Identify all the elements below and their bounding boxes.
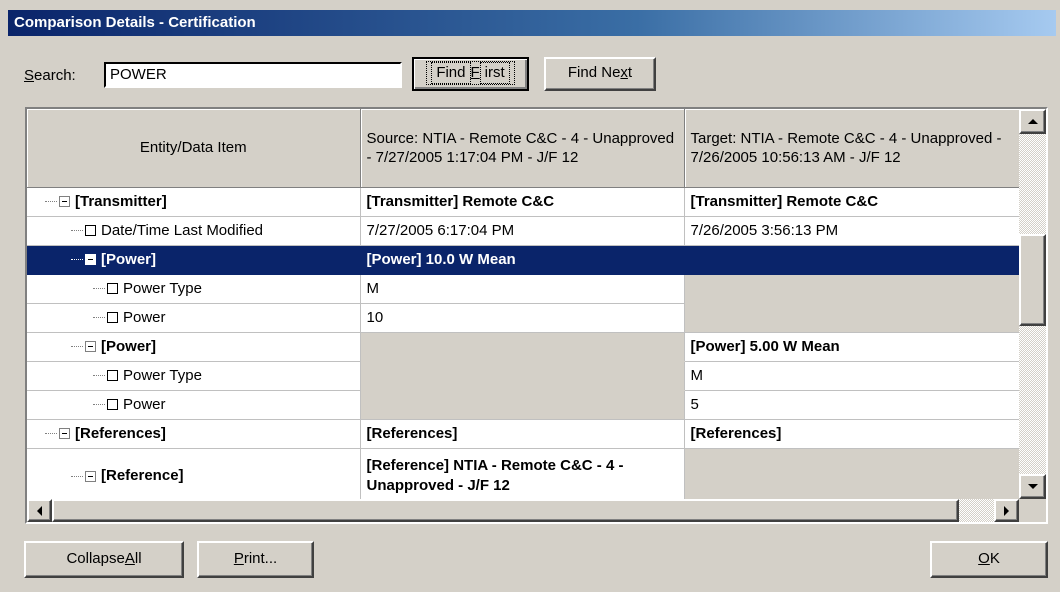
target-cell: 7/26/2005 3:56:13 PM: [684, 216, 1019, 246]
collapse-icon[interactable]: [59, 428, 70, 439]
source-cell: [360, 361, 685, 391]
print-button[interactable]: Print...: [197, 541, 314, 578]
find-next-button[interactable]: Find Next: [544, 57, 656, 91]
target-cell: [684, 303, 1019, 333]
source-cell: [360, 390, 685, 420]
source-cell: 10: [360, 303, 685, 333]
target-cell: [Power] 5.00 W Mean: [684, 332, 1019, 362]
scroll-right-button[interactable]: [994, 499, 1019, 522]
horizontal-scroll-thumb[interactable]: [52, 499, 959, 522]
collapse-icon[interactable]: [85, 341, 96, 352]
vertical-scroll-thumb[interactable]: [1019, 234, 1046, 326]
tree-node-label: Date/Time Last Modified: [101, 222, 264, 239]
scroll-left-button[interactable]: [27, 499, 52, 522]
tree-node-label: [Transmitter]: [75, 193, 167, 210]
leaf-node-icon: [85, 225, 96, 236]
tree-node-label: [Reference]: [101, 467, 184, 484]
target-cell: [684, 448, 1019, 499]
table-row[interactable]: [References] [References] [References]: [27, 419, 1019, 449]
scroll-corner: [1019, 499, 1046, 522]
arrow-up-icon: [1027, 119, 1038, 124]
ok-button[interactable]: OK: [930, 541, 1048, 578]
leaf-node-icon: [107, 370, 118, 381]
collapse-icon[interactable]: [59, 196, 70, 207]
leaf-node-icon: [107, 312, 118, 323]
window-title: Comparison Details - Certification: [8, 10, 1056, 36]
target-cell: [684, 245, 1019, 275]
scroll-down-button[interactable]: [1019, 474, 1046, 499]
column-header-entity[interactable]: Entity/Data Item: [27, 109, 361, 188]
source-cell: 7/27/2005 6:17:04 PM: [360, 216, 685, 246]
table-row[interactable]: Date/Time Last Modified 7/27/2005 6:17:0…: [27, 216, 1019, 246]
find-first-button[interactable]: Find First: [412, 57, 529, 91]
vertical-scrollbar[interactable]: [1019, 109, 1046, 499]
leaf-node-icon: [107, 399, 118, 410]
collapse-icon[interactable]: [85, 254, 96, 265]
target-cell: 5: [684, 390, 1019, 420]
comparison-details-window: Comparison Details - Certification Searc…: [0, 0, 1060, 592]
table-row[interactable]: [Reference] [Reference] NTIA - Remote C&…: [27, 448, 1019, 499]
search-label: Search:: [24, 67, 76, 84]
tree-node-label: Power Type: [123, 367, 202, 384]
target-cell: [References]: [684, 419, 1019, 449]
table-row[interactable]: [Power] [Power] 5.00 W Mean: [27, 332, 1019, 362]
tree-node-label: Power Type: [123, 280, 202, 297]
tree-node-label: Power: [123, 396, 166, 413]
tree-node-label: [References]: [75, 425, 166, 442]
comparison-grid[interactable]: Entity/Data Item Source: NTIA - Remote C…: [27, 109, 1019, 499]
target-cell: M: [684, 361, 1019, 391]
table-row[interactable]: Power 10: [27, 303, 1019, 333]
arrow-right-icon: [1004, 505, 1009, 516]
source-cell: [Power] 10.0 W Mean: [360, 245, 685, 275]
tree-node-label: [Power]: [101, 338, 157, 355]
arrow-left-icon: [37, 505, 42, 516]
target-cell: [Transmitter] Remote C&C: [684, 187, 1019, 217]
table-row-selected[interactable]: [Power] [Power] 10.0 W Mean: [27, 245, 1019, 275]
source-cell: [Reference] NTIA - Remote C&C - 4 - Unap…: [360, 448, 685, 499]
target-cell: [684, 274, 1019, 304]
arrow-down-icon: [1027, 484, 1038, 489]
table-row[interactable]: Power Type M: [27, 361, 1019, 391]
column-header-source[interactable]: Source: NTIA - Remote C&C - 4 - Unapprov…: [360, 109, 685, 188]
tree-node-label: [Power]: [101, 251, 157, 268]
table-row[interactable]: Power Type M: [27, 274, 1019, 304]
source-cell: [Transmitter] Remote C&C: [360, 187, 685, 217]
table-row[interactable]: Power 5: [27, 390, 1019, 420]
source-cell: M: [360, 274, 685, 304]
collapse-all-button[interactable]: Collapse All: [24, 541, 184, 578]
search-input[interactable]: POWER: [104, 62, 402, 88]
source-cell: [360, 332, 685, 362]
tree-node-label: Power: [123, 309, 166, 326]
scroll-up-button[interactable]: [1019, 109, 1046, 134]
column-header-target[interactable]: Target: NTIA - Remote C&C - 4 - Unapprov…: [684, 109, 1019, 188]
source-cell: [References]: [360, 419, 685, 449]
leaf-node-icon: [107, 283, 118, 294]
collapse-icon[interactable]: [85, 470, 96, 482]
table-row[interactable]: [Transmitter] [Transmitter] Remote C&C […: [27, 187, 1019, 217]
horizontal-scrollbar[interactable]: [27, 499, 1019, 522]
